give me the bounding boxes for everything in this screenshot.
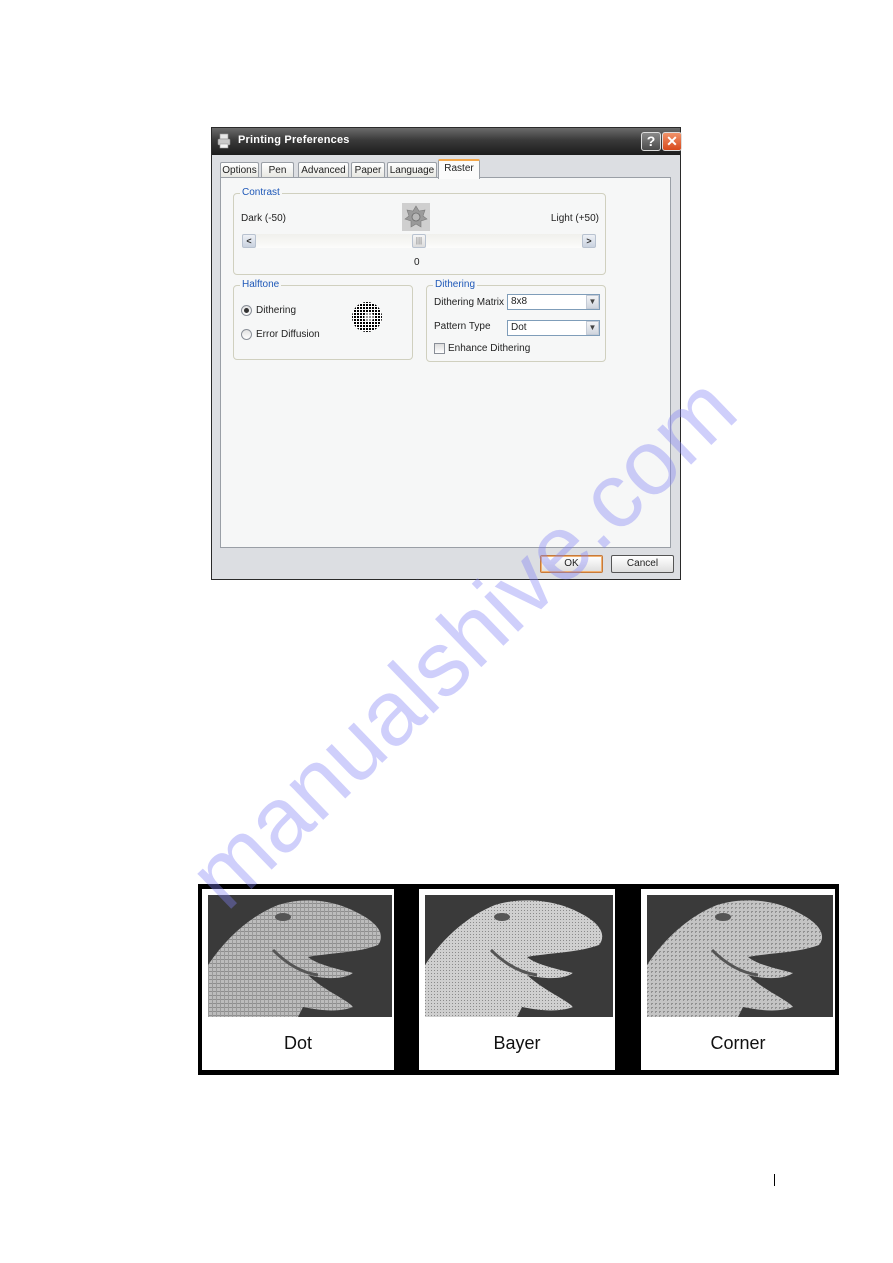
title-bar[interactable]: Printing Preferences ? ✕ bbox=[212, 128, 682, 155]
contrast-value: 0 bbox=[414, 257, 420, 268]
printing-preferences-dialog: Printing Preferences ? ✕ Options Pen Adv… bbox=[211, 127, 682, 580]
enhance-dithering-label[interactable]: Enhance Dithering bbox=[448, 343, 530, 354]
tab-paper[interactable]: Paper bbox=[351, 162, 385, 178]
tab-pen[interactable]: Pen bbox=[261, 162, 294, 178]
halftone-pattern-icon bbox=[352, 302, 382, 332]
ok-button[interactable]: OK bbox=[540, 555, 603, 573]
dithering-group: Dithering Dithering Matrix 8x8 ▼ Pattern… bbox=[426, 279, 606, 362]
dither-samples-figure: Dot Bayer Corner bbox=[198, 884, 839, 1075]
dithering-matrix-label: Dithering Matrix bbox=[434, 297, 505, 308]
printer-icon bbox=[217, 133, 231, 149]
grip-icon: ||| bbox=[415, 236, 423, 245]
dithering-matrix-value: 8x8 bbox=[511, 296, 528, 307]
close-icon: ✕ bbox=[666, 133, 678, 149]
error-diffusion-radio-label[interactable]: Error Diffusion bbox=[256, 329, 320, 340]
scroll-right-button[interactable]: > bbox=[582, 234, 596, 248]
sample-caption: Corner bbox=[710, 1033, 766, 1053]
contrast-legend: Contrast bbox=[240, 187, 282, 198]
cancel-button[interactable]: Cancel bbox=[611, 555, 674, 573]
chevron-left-icon: < bbox=[246, 236, 252, 246]
contrast-min-label: Dark (-50) bbox=[241, 213, 287, 224]
pattern-type-select[interactable]: Dot ▼ bbox=[507, 320, 600, 336]
pattern-type-value: Dot bbox=[511, 322, 527, 333]
dinosaur-dot-image bbox=[208, 895, 392, 1017]
tab-advanced[interactable]: Advanced bbox=[298, 162, 349, 178]
sample-bayer: Bayer bbox=[419, 889, 615, 1070]
contrast-group: Contrast Dark (-50) Light (+50) < ||| > … bbox=[233, 187, 606, 275]
chevron-down-icon[interactable]: ▼ bbox=[586, 295, 599, 309]
sample-caption: Bayer bbox=[493, 1033, 541, 1053]
chevron-right-icon: > bbox=[586, 236, 592, 246]
sample-caption: Dot bbox=[283, 1033, 312, 1053]
contrast-preview-icon bbox=[402, 203, 430, 231]
dinosaur-corner-image bbox=[647, 895, 833, 1017]
sample-dot: Dot bbox=[202, 889, 394, 1070]
tab-language[interactable]: Language bbox=[387, 162, 437, 178]
chevron-down-icon[interactable]: ▼ bbox=[586, 321, 599, 335]
radio-selected-dot bbox=[244, 308, 249, 313]
error-diffusion-radio[interactable] bbox=[241, 329, 252, 340]
dialog-title: Printing Preferences bbox=[238, 134, 350, 146]
tab-options[interactable]: Options bbox=[220, 162, 259, 178]
close-button[interactable]: ✕ bbox=[662, 132, 682, 151]
raster-tab-panel: Contrast Dark (-50) Light (+50) < ||| > … bbox=[220, 177, 671, 548]
dithering-radio[interactable] bbox=[241, 305, 252, 316]
scroll-left-button[interactable]: < bbox=[242, 234, 256, 248]
page-number-divider bbox=[774, 1174, 775, 1186]
enhance-dithering-checkbox[interactable] bbox=[434, 343, 445, 354]
contrast-max-label: Light (+50) bbox=[550, 213, 599, 224]
dithering-radio-label[interactable]: Dithering bbox=[256, 305, 296, 316]
help-button[interactable]: ? bbox=[641, 132, 661, 151]
halftone-legend: Halftone bbox=[240, 279, 282, 290]
tab-raster[interactable]: Raster bbox=[438, 159, 480, 179]
contrast-slider[interactable]: < ||| > bbox=[242, 234, 596, 248]
pattern-type-label: Pattern Type bbox=[434, 321, 491, 332]
dinosaur-bayer-image bbox=[425, 895, 613, 1017]
halftone-group: Halftone Dithering Error Diffusion bbox=[233, 279, 413, 360]
dithering-legend: Dithering bbox=[433, 279, 478, 290]
dithering-matrix-select[interactable]: 8x8 ▼ bbox=[507, 294, 600, 310]
help-icon: ? bbox=[646, 133, 656, 149]
contrast-slider-thumb[interactable]: ||| bbox=[412, 234, 426, 248]
sample-corner: Corner bbox=[641, 889, 835, 1070]
